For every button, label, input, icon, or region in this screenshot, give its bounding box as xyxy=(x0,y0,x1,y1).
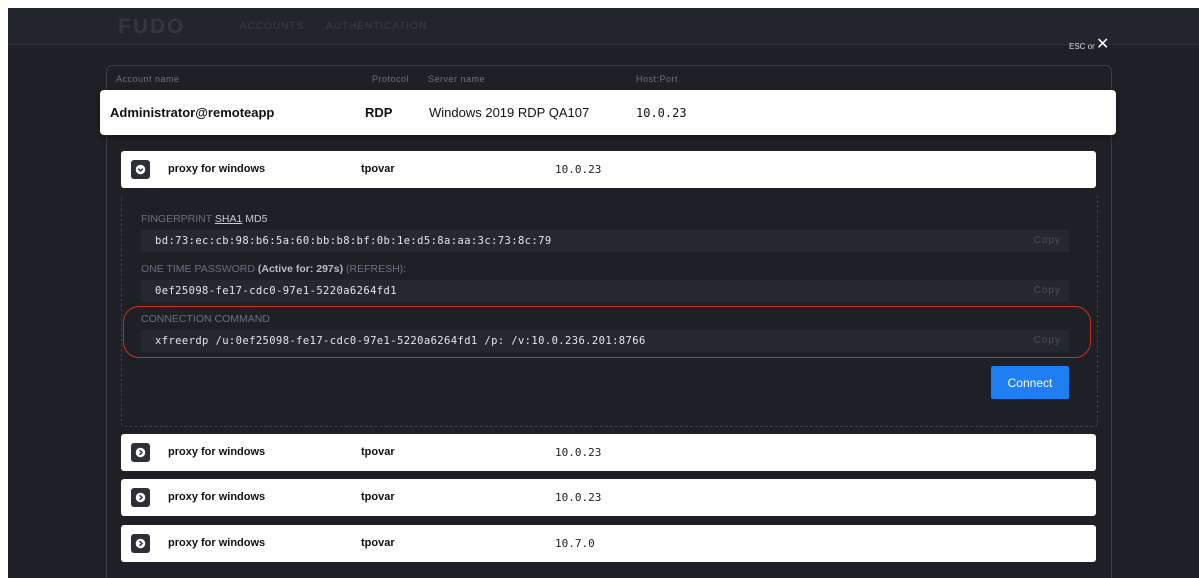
copy-otp-button[interactable]: Copy xyxy=(1034,285,1061,296)
otp-label-text: ONE TIME PASSWORD xyxy=(141,263,255,275)
close-icon[interactable]: ✕ xyxy=(1096,37,1109,53)
account-name: Administrator@remoteapp xyxy=(110,105,275,120)
column-header-server: Server name xyxy=(428,74,486,84)
fingerprint-label-text: FINGERPRINT xyxy=(141,213,212,225)
account-protocol: RDP xyxy=(365,105,393,120)
account-row-selected[interactable]: Administrator@remoteapp RDP Windows 2019… xyxy=(100,90,1116,135)
highlight-annotation xyxy=(123,306,1091,358)
esc-hint: ESC or xyxy=(1069,42,1095,51)
md5-toggle[interactable]: MD5 xyxy=(245,213,267,225)
top-nav: FUDO ACCOUNTS AUTHENTICATION xyxy=(8,8,1199,45)
proxy-user: tpovar xyxy=(361,163,395,175)
logo: FUDO xyxy=(118,15,186,38)
expand-toggle-icon[interactable] xyxy=(131,488,150,507)
connect-button[interactable]: Connect xyxy=(991,366,1069,399)
account-host: 10.0.23 xyxy=(636,106,687,120)
collapse-toggle-icon[interactable] xyxy=(131,160,150,179)
app-screen: FUDO ACCOUNTS AUTHENTICATION ESC or ✕ Ac… xyxy=(8,8,1199,578)
proxy-host: 10.0.23 xyxy=(555,163,602,176)
proxy-row[interactable]: proxy for windows tpovar 10.0.23 xyxy=(121,479,1096,516)
expand-toggle-icon[interactable] xyxy=(131,443,150,462)
column-header-host: Host:Port xyxy=(636,74,679,84)
proxy-name: proxy for windows xyxy=(168,446,266,458)
proxy-user: tpovar xyxy=(361,446,395,458)
expand-toggle-icon[interactable] xyxy=(131,534,150,553)
proxy-user: tpovar xyxy=(361,537,395,549)
proxy-name: proxy for windows xyxy=(168,537,266,549)
proxy-host: 10.0.23 xyxy=(555,491,602,504)
column-header-protocol: Protocol xyxy=(372,74,410,84)
proxy-row-expanded[interactable]: proxy for windows tpovar 10.0.23 xyxy=(121,151,1096,188)
fingerprint-label: FINGERPRINT SHA1 MD5 xyxy=(141,213,267,225)
copy-fingerprint-button[interactable]: Copy xyxy=(1034,235,1061,246)
otp-label: ONE TIME PASSWORD (Active for: 297s) (RE… xyxy=(141,263,406,275)
proxy-host: 10.0.23 xyxy=(555,446,602,459)
otp-active-timer: (Active for: 297s) xyxy=(257,263,344,275)
sha1-toggle[interactable]: SHA1 xyxy=(215,213,242,225)
proxy-name: proxy for windows xyxy=(168,163,266,175)
fingerprint-value: bd:73:ec:cb:98:b6:5a:60:bb:b8:bf:0b:1e:d… xyxy=(155,235,552,247)
tab-authentication[interactable]: AUTHENTICATION xyxy=(326,21,427,32)
proxy-row[interactable]: proxy for windows tpovar 10.7.0 xyxy=(121,525,1096,562)
proxy-host: 10.7.0 xyxy=(555,537,595,550)
account-server: Windows 2019 RDP QA107 xyxy=(429,105,590,120)
otp-box: 0ef25098-fe17-cdc0-97e1-5220a6264fd1 Cop… xyxy=(141,280,1069,302)
tab-accounts[interactable]: ACCOUNTS xyxy=(240,21,304,32)
otp-value: 0ef25098-fe17-cdc0-97e1-5220a6264fd1 xyxy=(155,285,397,297)
proxy-name: proxy for windows xyxy=(168,491,266,503)
otp-refresh-link[interactable]: (REFRESH): xyxy=(346,263,406,275)
fingerprint-box: bd:73:ec:cb:98:b6:5a:60:bb:b8:bf:0b:1e:d… xyxy=(141,230,1069,252)
proxy-user: tpovar xyxy=(361,491,395,503)
column-header-account: Account name xyxy=(116,74,180,84)
proxy-row[interactable]: proxy for windows tpovar 10.0.23 xyxy=(121,434,1096,471)
